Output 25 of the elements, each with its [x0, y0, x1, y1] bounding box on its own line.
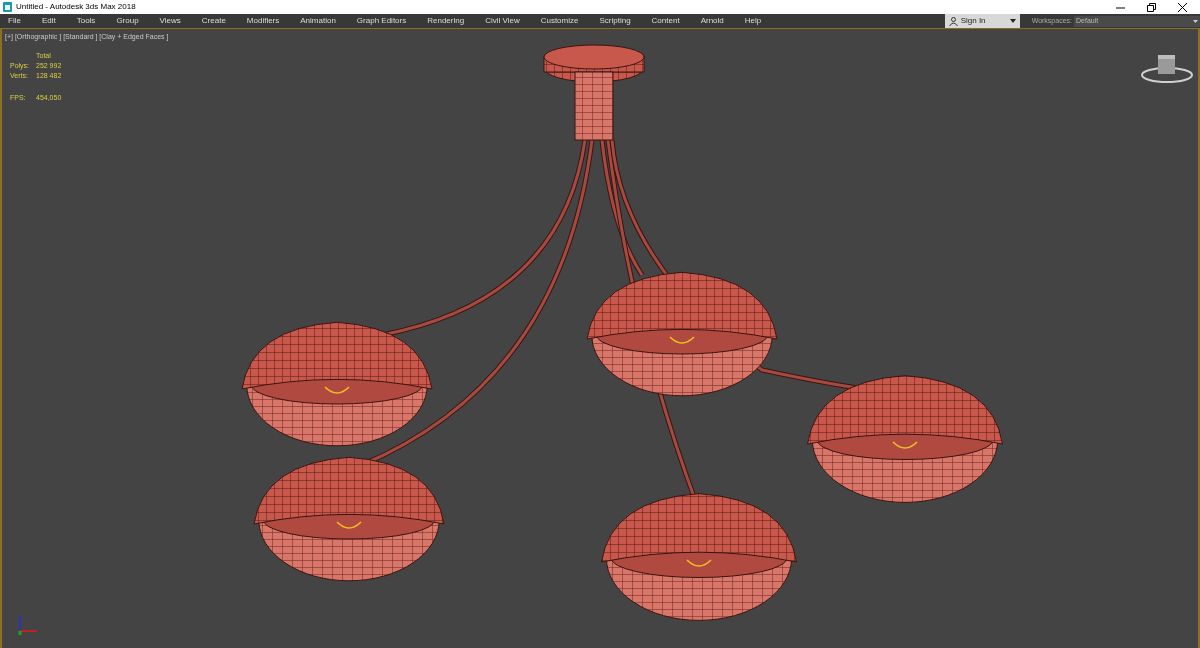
app-logo-icon: [3, 2, 12, 12]
menu-item[interactable]: File: [0, 14, 29, 28]
menu-item[interactable]: Modifiers: [238, 14, 288, 28]
restore-icon[interactable]: [1147, 2, 1156, 12]
menu-item[interactable]: Group: [108, 14, 147, 28]
window-title: Untitled - Autodesk 3ds Max 2018: [16, 1, 136, 13]
menu-item[interactable]: Tools: [68, 14, 104, 28]
menu-item[interactable]: Edit: [33, 14, 64, 28]
menu-item[interactable]: Scripting: [591, 14, 639, 28]
menu-item[interactable]: Rendering: [419, 14, 473, 28]
menu-item[interactable]: Civil View: [477, 14, 528, 28]
menu-item[interactable]: Customize: [532, 14, 587, 28]
sign-in-dropdown[interactable]: Sign In: [944, 14, 1020, 28]
menu-item[interactable]: Graph Editors: [348, 14, 415, 28]
menu-item[interactable]: Create: [193, 14, 234, 28]
axis-tripod-icon: [17, 613, 39, 635]
menu-item[interactable]: Help: [736, 14, 770, 28]
menu-item[interactable]: Animation: [292, 14, 344, 28]
caret-icon: [1009, 19, 1016, 23]
menu-item[interactable]: Views: [151, 14, 189, 28]
menu-item[interactable]: Arnold: [692, 14, 732, 28]
user-icon: [948, 16, 958, 26]
caret-icon: [1193, 19, 1198, 23]
close-icon[interactable]: [1178, 2, 1187, 12]
menu-item[interactable]: Content: [643, 14, 688, 28]
